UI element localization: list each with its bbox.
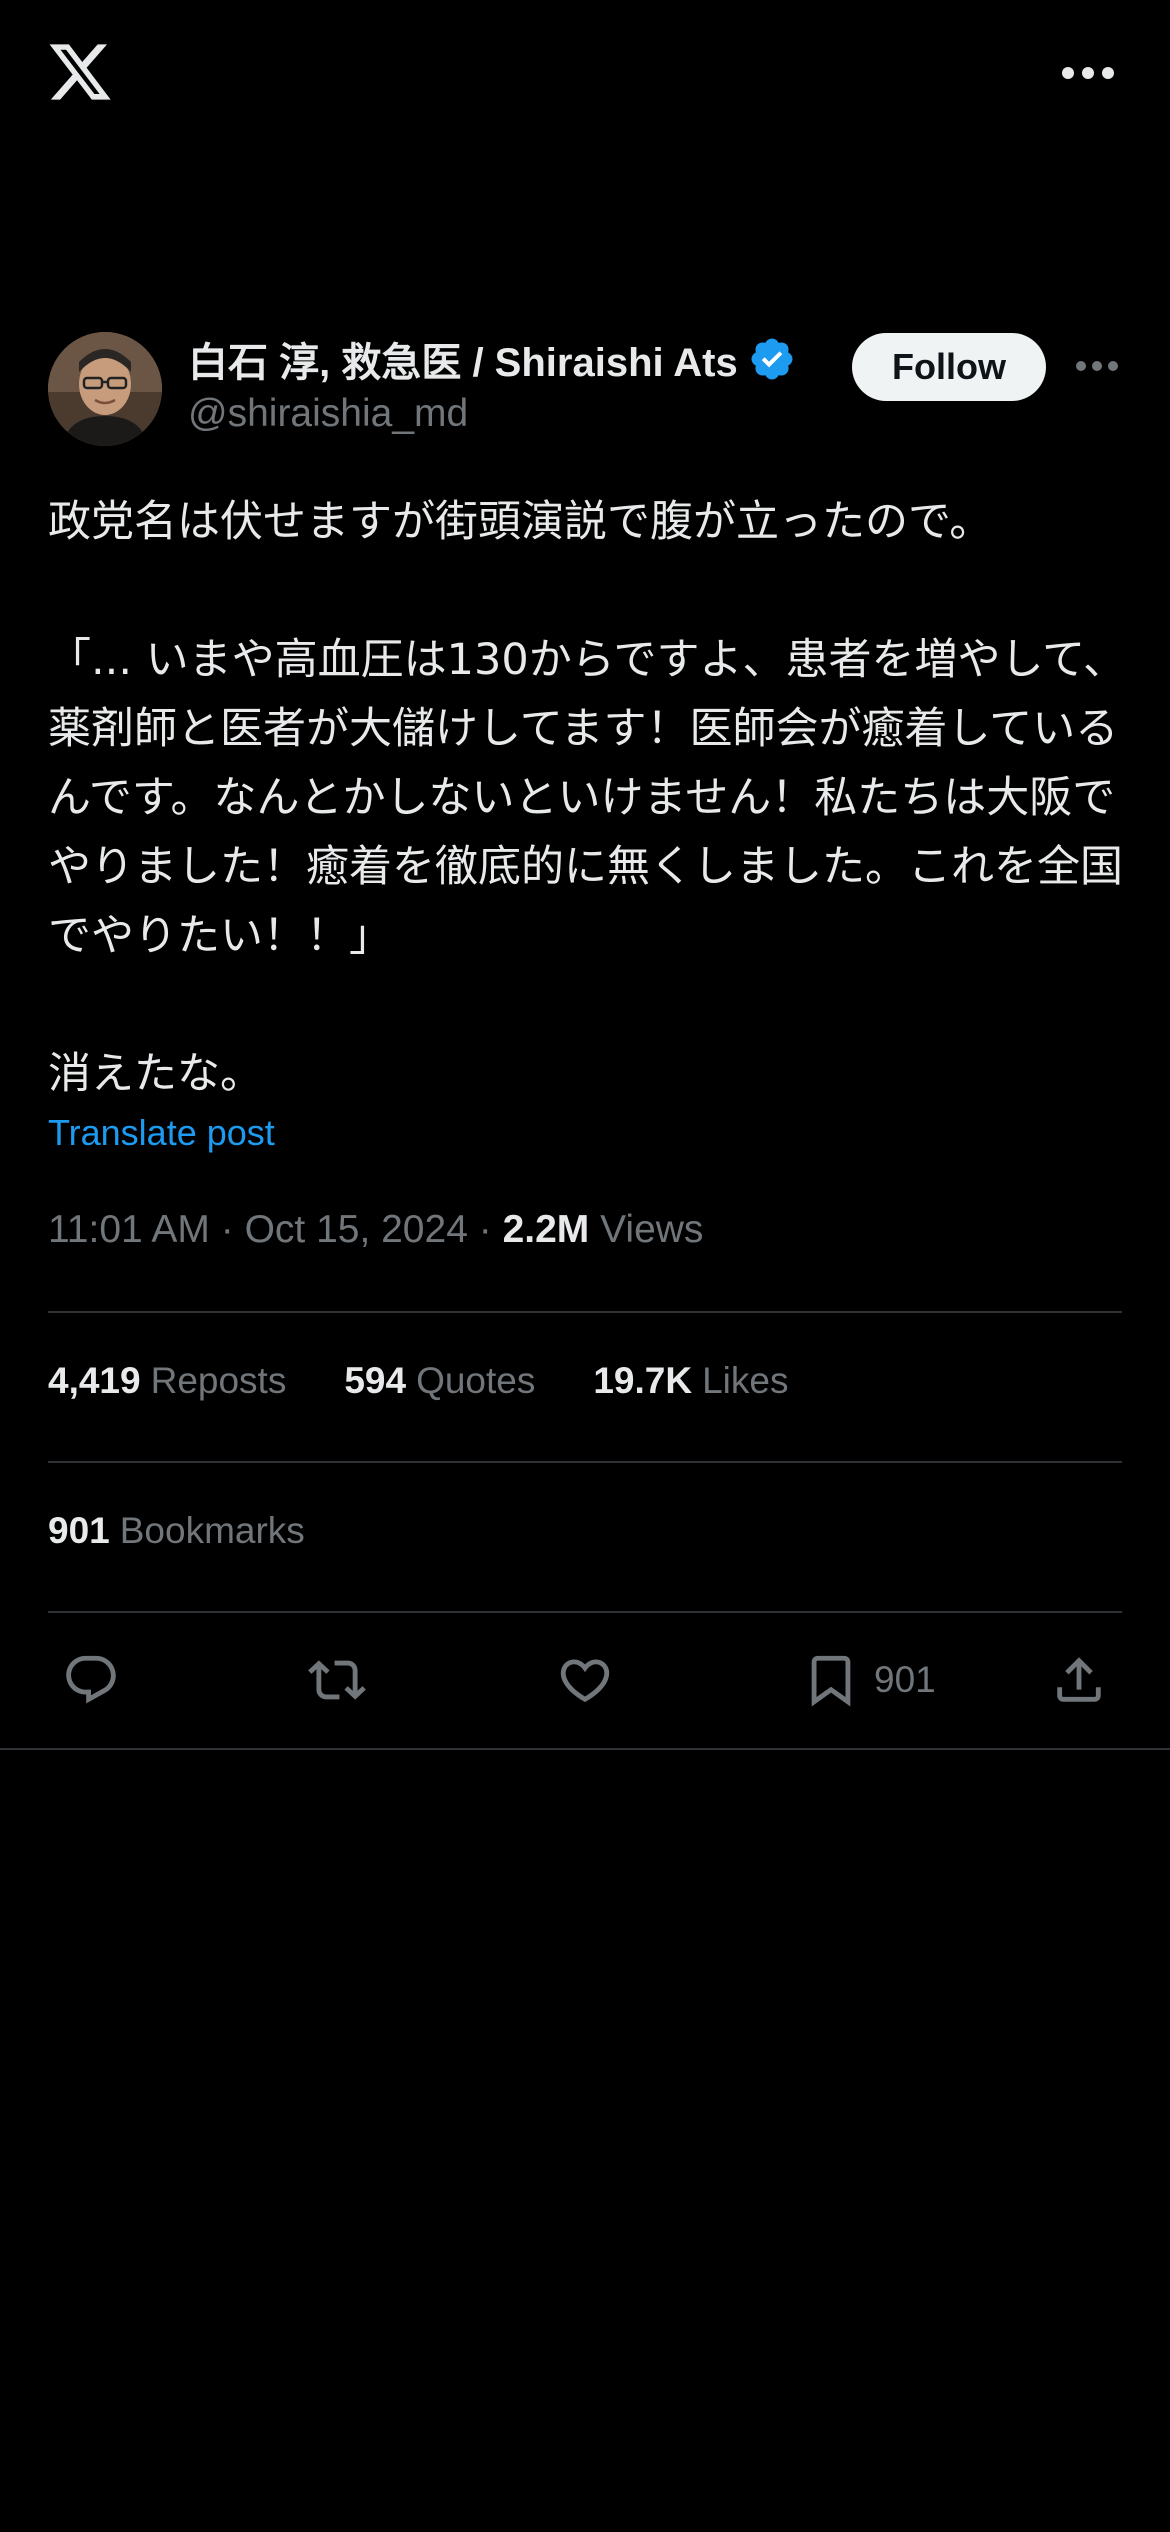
views-count: 2.2M	[502, 1208, 590, 1251]
divider	[48, 1461, 1122, 1463]
bookmark-button[interactable]: 901	[802, 1650, 936, 1710]
heart-icon	[560, 1659, 610, 1703]
reply-icon	[66, 1655, 116, 1704]
reposts-count: 4,419	[48, 1360, 141, 1401]
bookmark-count: 901	[874, 1659, 936, 1700]
top-bar	[0, 0, 1170, 150]
repost-button[interactable]	[308, 1650, 366, 1710]
reposts-stat[interactable]: 4,419 Reposts	[48, 1360, 286, 1402]
translate-post-link[interactable]: Translate post	[48, 1112, 275, 1154]
likes-stat[interactable]: 19.7K Likes	[593, 1360, 788, 1402]
post-time[interactable]: 11:01 AM	[48, 1208, 210, 1251]
divider	[0, 1748, 1170, 1750]
repost-icon	[308, 1660, 366, 1700]
bookmarks-label: Bookmarks	[119, 1510, 305, 1551]
post-more-icon[interactable]	[1076, 358, 1118, 376]
avatar-image	[48, 332, 162, 446]
quotes-label: Quotes	[416, 1360, 536, 1401]
divider	[48, 1611, 1122, 1613]
author-handle[interactable]: @shiraishia_md	[188, 392, 468, 436]
post-text: 政党名は伏せますが街頭演説で腹が立ったので。 「... いまや高血圧は130から…	[48, 497, 1127, 1099]
share-button[interactable]	[1050, 1650, 1108, 1710]
engagement-stats: 4,419 Reposts 594 Quotes 19.7K Likes	[48, 1360, 846, 1402]
follow-button[interactable]: Follow	[852, 333, 1046, 401]
meta-separator: ·	[467, 1208, 503, 1251]
display-name-row: 白石 淳, 救急医 / Shiraishi Ats	[188, 330, 796, 388]
post-date[interactable]: Oct 15, 2024	[245, 1208, 468, 1251]
post-meta: 11:01 AM · Oct 15, 2024 · 2.2M Views	[48, 1208, 703, 1252]
bookmark-icon	[811, 1655, 851, 1707]
post-detail-page: 白石 淳, 救急医 / Shiraishi Ats @shiraishia_md…	[0, 0, 1170, 2532]
quotes-count: 594	[344, 1360, 407, 1401]
x-logo-icon[interactable]	[46, 38, 114, 106]
likes-label: Likes	[702, 1360, 789, 1401]
bookmarks-stat[interactable]: 901 Bookmarks	[48, 1510, 305, 1552]
share-icon	[1057, 1657, 1101, 1702]
verified-badge-icon	[751, 338, 793, 380]
like-button[interactable]	[556, 1650, 614, 1710]
more-icon[interactable]	[1062, 62, 1114, 84]
avatar[interactable]	[48, 332, 162, 446]
likes-count: 19.7K	[593, 1360, 693, 1401]
divider	[48, 1311, 1122, 1313]
reply-button[interactable]	[62, 1650, 120, 1710]
bookmarks-count: 901	[48, 1510, 110, 1551]
quotes-stat[interactable]: 594 Quotes	[344, 1360, 535, 1402]
reposts-label: Reposts	[150, 1360, 287, 1401]
display-name[interactable]: 白石 淳, 救急医 / Shiraishi Ats	[188, 330, 738, 388]
meta-separator: ·	[209, 1208, 245, 1251]
views-label: Views	[600, 1208, 704, 1251]
